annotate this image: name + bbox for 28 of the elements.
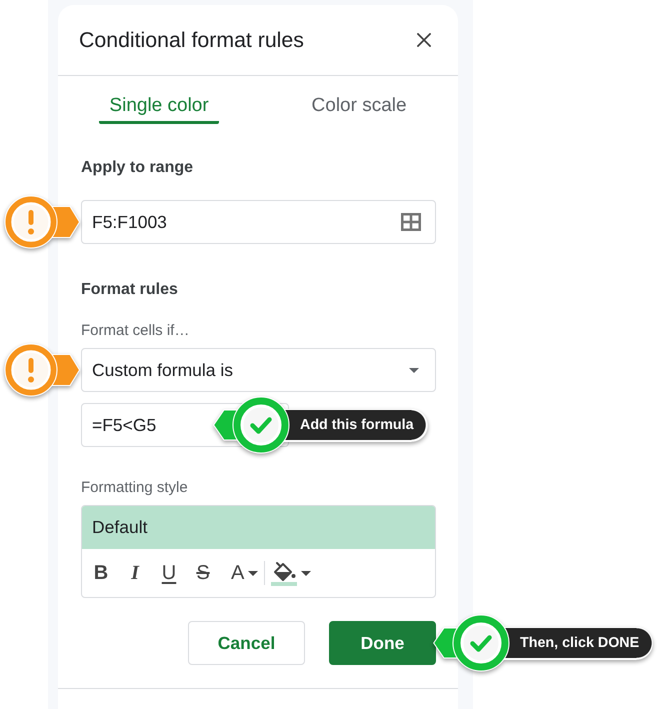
field-label: Format cells if… [81, 321, 190, 341]
section-heading: Apply to range [81, 158, 194, 178]
condition-dropdown[interactable]: Custom formula is [81, 348, 436, 392]
field-label: Formatting style [81, 478, 189, 498]
grid-icon [401, 213, 421, 231]
caret-icon [301, 570, 312, 576]
underline-button[interactable]: U [155, 558, 183, 588]
caret-icon [248, 570, 258, 576]
checkmark-marker-icon [433, 613, 511, 673]
caret-icon [409, 368, 419, 372]
italic-button[interactable]: I [121, 558, 149, 588]
close-button[interactable] [417, 33, 431, 47]
callout-label: Then, click DONE [519, 634, 640, 653]
cancel-button[interactable]: Cancel [188, 621, 305, 665]
strikethrough-button[interactable]: S [189, 558, 217, 588]
paint-bucket-icon [271, 560, 298, 586]
close-icon [417, 33, 431, 47]
panel-title: Conditional format rules [79, 27, 304, 54]
style-preview[interactable]: Default [82, 506, 435, 549]
done-button[interactable]: Done [329, 621, 436, 665]
bold-button[interactable]: B [87, 558, 115, 588]
tab[interactable]: Color scale [302, 93, 417, 124]
callout-label: Add this formula [299, 416, 415, 435]
tab[interactable]: Single color [99, 93, 219, 124]
section-heading: Format rules [81, 280, 179, 300]
text-color-button[interactable]: A [223, 558, 258, 588]
checkmark-marker-icon [213, 395, 291, 455]
range-input[interactable]: F5:F1003 [81, 200, 436, 244]
